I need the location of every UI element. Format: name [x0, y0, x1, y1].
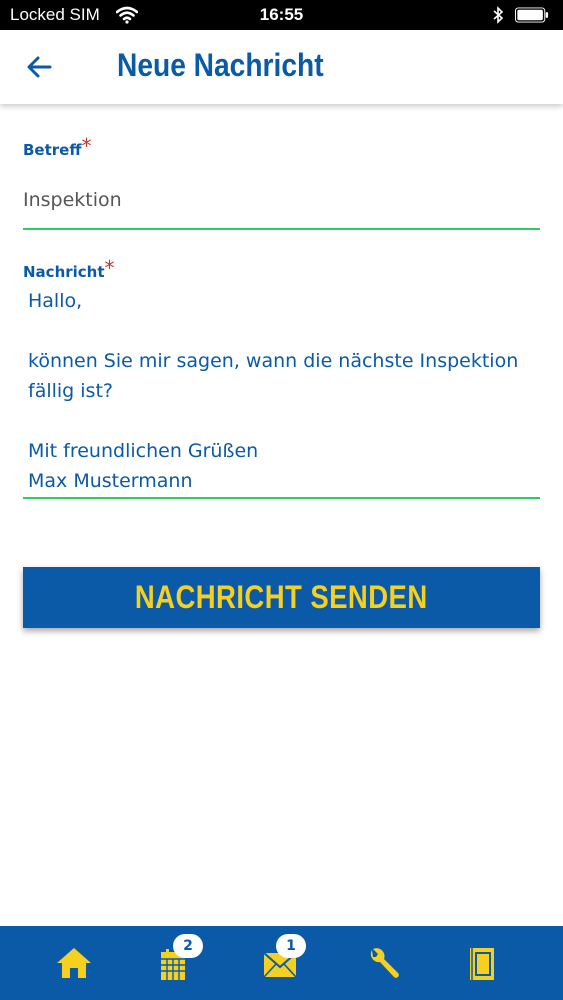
nav-documents[interactable]	[431, 926, 543, 1000]
message-line: fällig ist?	[28, 380, 113, 402]
status-bar: Locked SIM 16:55	[0, 0, 563, 30]
battery-icon	[515, 7, 549, 23]
send-message-label: NACHRICHT SENDEN	[135, 579, 428, 615]
subject-label-text: Betreff	[23, 141, 82, 159]
message-label-text: Nachricht	[23, 263, 105, 281]
message-label: Nachricht*	[23, 256, 115, 282]
messages-badge: 1	[276, 934, 306, 958]
message-line: Max Mustermann	[28, 470, 193, 492]
message-textarea[interactable]: Hallo, können Sie mir sagen, wann die nä…	[23, 285, 540, 499]
nav-home[interactable]	[19, 926, 131, 1000]
message-line: Hallo,	[28, 290, 83, 312]
required-mark: *	[81, 134, 92, 158]
wrench-icon	[370, 948, 399, 978]
nav-calendar[interactable]: 2	[122, 926, 234, 1000]
message-line: Mit freundlichen Grüßen	[28, 440, 259, 462]
app-header: Neue Nachricht	[0, 30, 563, 104]
required-mark: *	[104, 256, 115, 280]
clock-time: 16:55	[259, 5, 304, 24]
arrow-left-icon	[27, 56, 52, 78]
send-message-button[interactable]: NACHRICHT SENDEN	[23, 567, 540, 628]
calendar-badge: 2	[173, 934, 203, 958]
message-line: können Sie mir sagen, wann die nächste I…	[28, 350, 519, 372]
document-icon	[470, 948, 494, 980]
back-button[interactable]	[22, 50, 58, 84]
bottom-nav: 2 1	[0, 926, 563, 1000]
home-icon	[57, 948, 91, 978]
nav-service[interactable]	[330, 926, 442, 1000]
page-title: Neue Nachricht	[117, 47, 324, 83]
subject-input[interactable]	[23, 172, 540, 230]
subject-label: Betreff*	[23, 134, 92, 160]
bluetooth-icon	[493, 6, 504, 24]
nav-messages[interactable]: 1	[226, 926, 338, 1000]
